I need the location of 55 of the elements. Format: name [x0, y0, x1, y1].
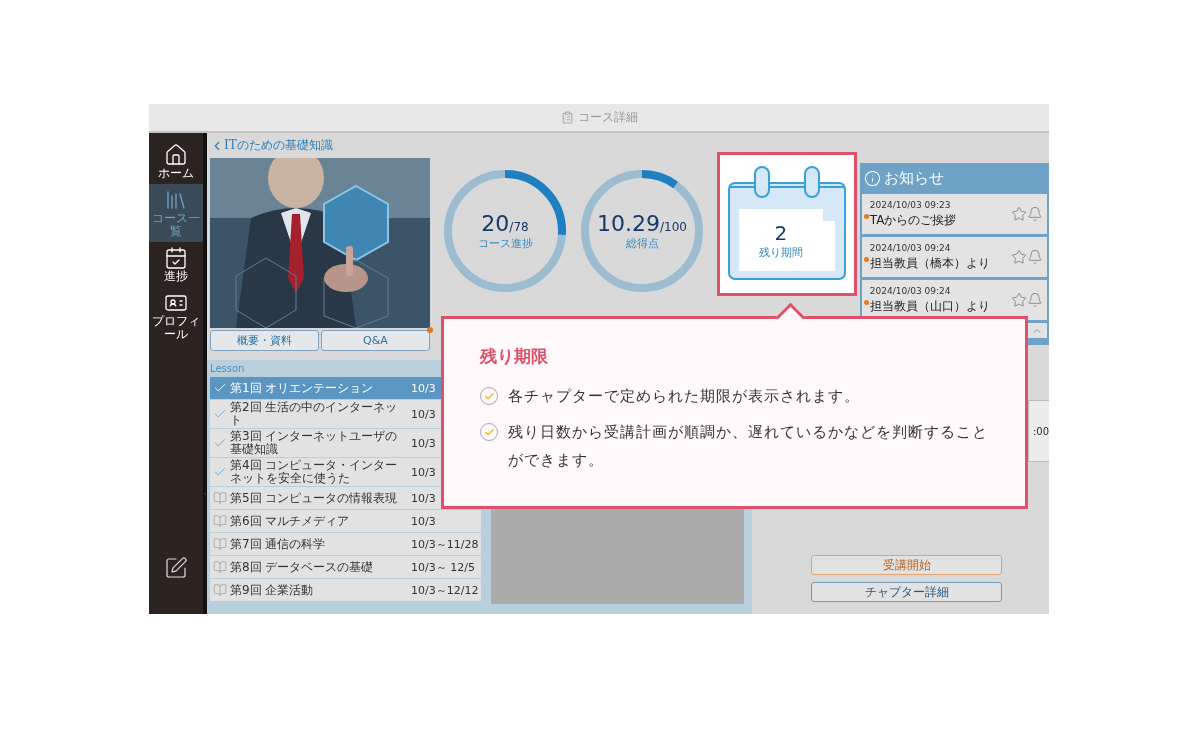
callout-text: 各チャプターで定められた期限が表示されます。: [508, 386, 861, 407]
book-icon: [213, 560, 227, 574]
sidebar-item[interactable]: プロフィール: [149, 287, 203, 345]
home-icon: [164, 143, 188, 167]
lesson-row[interactable]: 第6回 マルチメディア 10/3: [210, 510, 481, 532]
lesson-row[interactable]: 第7回 通信の科学 10/3～11/28: [210, 533, 481, 555]
edit-icon[interactable]: [164, 556, 188, 580]
notice-item[interactable]: 2024/10/03 09:24 担当教員（山口）より: [861, 280, 1047, 320]
callout-title: 残り期限: [480, 345, 549, 368]
star-icon[interactable]: [1011, 292, 1027, 308]
collapse-icon[interactable]: [203, 490, 207, 497]
sidebar-item[interactable]: ホーム: [149, 139, 203, 184]
window-title: コース詳細: [577, 109, 638, 126]
notice-date: 2024/10/03 09:24: [869, 285, 952, 296]
check-icon: [213, 381, 227, 395]
callout-text: 残り日数から受講計画が順調か、遅れているかなどを判断することができます。: [508, 422, 989, 471]
book-icon: [213, 537, 227, 551]
check-icon: [213, 465, 227, 479]
notice-date: 2024/10/03 09:23: [869, 199, 952, 210]
remaining-value: 2: [774, 220, 788, 245]
time-box: :00: [1028, 400, 1049, 462]
remaining-label: 残り期間: [758, 244, 803, 260]
progress-label: 総得点: [625, 236, 659, 251]
course-tab-button[interactable]: 概要・資料: [210, 330, 319, 351]
notice-date: 2024/10/03 09:24: [869, 242, 952, 253]
progress-label: コース進捗: [477, 236, 533, 251]
notices-title: お知らせ: [883, 168, 944, 188]
course-tab-button[interactable]: Q&A: [321, 330, 430, 351]
bell-icon[interactable]: [1027, 206, 1043, 222]
notice-title: 担当教員（橋本）より: [869, 254, 991, 272]
bell-icon[interactable]: [1027, 249, 1043, 265]
sidebar-item[interactable]: 進捗: [149, 242, 203, 287]
check-icon: [213, 407, 227, 421]
star-icon[interactable]: [1011, 249, 1027, 265]
book-icon: [213, 583, 227, 597]
info-icon: [863, 169, 881, 187]
progress-value: 20/78: [481, 211, 529, 236]
calendar-check-icon: [164, 246, 188, 270]
star-icon[interactable]: [1011, 206, 1027, 222]
lesson-row[interactable]: 第9回 企業活動 10/3～12/12: [210, 579, 481, 601]
action-button[interactable]: チャプター詳細: [811, 582, 1002, 602]
notice-title: 担当教員（山口）より: [869, 297, 991, 315]
progress-value: 10.29/100: [597, 211, 687, 236]
lesson-heading: Lesson: [210, 363, 246, 376]
notice-item[interactable]: 2024/10/03 09:23 TAからのご挨拶: [861, 194, 1047, 234]
book-icon: [213, 491, 227, 505]
notification-dot: [427, 327, 433, 333]
bell-icon[interactable]: [1027, 292, 1043, 308]
notice-title: TAからのご挨拶: [869, 211, 958, 229]
action-button[interactable]: 受講開始: [811, 555, 1002, 575]
check-icon: [213, 436, 227, 450]
lesson-row[interactable]: 第8回 データベースの基礎 10/3～ 12/5: [210, 556, 481, 578]
clipboard-icon: [560, 111, 574, 124]
notice-item[interactable]: 2024/10/03 09:24 担当教員（橋本）より: [861, 237, 1047, 277]
book-icon: [213, 514, 227, 528]
